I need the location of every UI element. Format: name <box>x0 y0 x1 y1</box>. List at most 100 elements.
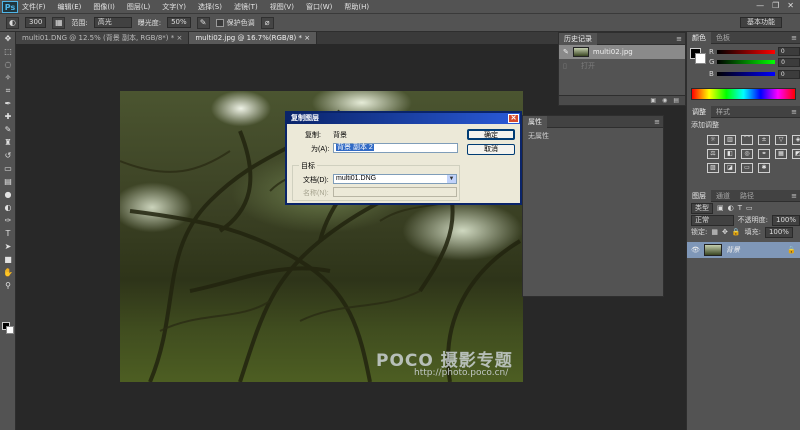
menu-type[interactable]: 文字(Y) <box>162 2 186 12</box>
invert-icon[interactable]: ◩ <box>792 149 800 159</box>
tab-swatches[interactable]: 色板 <box>711 32 735 44</box>
panel-menu-icon[interactable]: ≡ <box>791 34 797 42</box>
color-spectrum[interactable] <box>691 88 796 100</box>
restore-button[interactable]: ❐ <box>772 1 779 10</box>
color-lookup-icon[interactable]: ▦ <box>775 149 787 159</box>
lasso-tool-icon[interactable]: ◌ <box>1 59 15 71</box>
green-track[interactable] <box>717 60 776 64</box>
range-select[interactable]: 高光 <box>93 17 132 28</box>
threshold-icon[interactable]: ◪ <box>724 163 736 173</box>
history-snapshot[interactable]: ✎ multi02.jpg <box>559 45 685 59</box>
protect-tones-checkbox[interactable] <box>215 18 224 27</box>
hand-tool-icon[interactable]: ✋ <box>1 267 15 279</box>
layer-kind-select[interactable]: 类型 <box>691 202 713 214</box>
tab-styles[interactable]: 样式 <box>711 106 735 118</box>
tab-multi02[interactable]: multi02.jpg @ 16.7%(RGB/8) * × <box>189 32 318 44</box>
panel-menu-icon[interactable]: ≡ <box>654 118 660 126</box>
airbrush-icon[interactable]: ✎ <box>196 16 210 29</box>
layer-name-input[interactable]: 背景 副本 2 <box>333 143 458 153</box>
menu-window[interactable]: 窗口(W) <box>306 2 332 12</box>
panel-menu-icon[interactable]: ≡ <box>791 192 797 200</box>
new-document-icon[interactable]: ▣ <box>650 96 656 105</box>
marquee-tool-icon[interactable]: ⬚ <box>1 46 15 58</box>
curves-icon[interactable]: ⌒ <box>741 135 753 145</box>
move-tool-icon[interactable]: ✥ <box>1 33 15 45</box>
tab-color[interactable]: 颜色 <box>687 31 711 44</box>
canvas-area[interactable]: POCO 摄影专题 http://photo.poco.cn/ <box>16 44 558 430</box>
tab-channels[interactable]: 通道 <box>711 190 735 202</box>
gradient-tool-icon[interactable]: ▤ <box>1 176 15 188</box>
filter-type-icon[interactable]: T <box>738 204 742 212</box>
exposure-input[interactable]: 50% <box>167 17 191 28</box>
shape-tool-icon[interactable]: ■ <box>1 254 15 266</box>
tab-paths[interactable]: 路径 <box>735 190 759 202</box>
protect-tones-option[interactable]: 保护色调 <box>215 18 255 28</box>
cancel-button[interactable]: 取消 <box>467 144 515 155</box>
tab-properties[interactable]: 属性 <box>523 115 547 128</box>
channel-mixer-icon[interactable]: ⚭ <box>758 149 770 159</box>
brush-tool-icon[interactable]: ✎ <box>1 124 15 136</box>
trash-icon[interactable]: ▤ <box>673 96 679 105</box>
lock-pixels-icon[interactable]: ▦ <box>711 228 718 236</box>
lock-all-icon[interactable]: 🔒 <box>732 228 741 236</box>
filter-shape-icon[interactable]: ▭ <box>746 204 753 212</box>
brush-size-picker[interactable]: 300 <box>25 17 47 28</box>
filter-adjust-icon[interactable]: ◐ <box>728 204 734 212</box>
ok-button[interactable]: 确定 <box>467 129 515 140</box>
path-select-tool-icon[interactable]: ➤ <box>1 241 15 253</box>
dodge-tool-icon[interactable]: ◐ <box>6 16 19 29</box>
close-icon[interactable]: × <box>304 34 310 42</box>
stamp-tool-icon[interactable]: ♜ <box>1 137 15 149</box>
exposure-icon[interactable]: ± <box>758 135 770 145</box>
blue-track[interactable] <box>716 72 775 76</box>
eyedropper-tool-icon[interactable]: ✒ <box>1 98 15 110</box>
crop-tool-icon[interactable]: ⌗ <box>1 85 15 97</box>
close-window-button[interactable]: ✕ <box>787 1 794 10</box>
lock-position-icon[interactable]: ✥ <box>722 228 728 236</box>
filter-pixel-icon[interactable]: ▣ <box>717 204 724 212</box>
history-brush-source-icon[interactable]: ✎ <box>563 48 569 56</box>
history-brush-tool-icon[interactable]: ↺ <box>1 150 15 162</box>
tab-multi01[interactable]: multi01.DNG @ 12.5% (背景 副本, RGB/8*) * × <box>16 32 190 44</box>
color-bg-swatch[interactable] <box>695 53 706 64</box>
menu-help[interactable]: 帮助(H) <box>344 2 369 12</box>
photo-filter-icon[interactable]: ◎ <box>741 149 753 159</box>
type-tool-icon[interactable]: T <box>1 228 15 240</box>
posterize-icon[interactable]: ▨ <box>707 163 719 173</box>
selective-color-icon[interactable]: ✱ <box>758 163 770 173</box>
brush-panel-icon[interactable]: ▦ <box>52 16 66 29</box>
minimize-button[interactable]: — <box>756 1 764 10</box>
eraser-tool-icon[interactable]: ▭ <box>1 163 15 175</box>
menu-select[interactable]: 选择(S) <box>198 2 222 12</box>
red-track[interactable] <box>716 49 775 54</box>
pen-tool-icon[interactable]: ✑ <box>1 215 15 227</box>
snapshot-camera-icon[interactable]: ◉ <box>662 96 667 105</box>
zoom-tool-icon[interactable]: ⚲ <box>1 280 15 292</box>
menu-view[interactable]: 视图(V) <box>270 2 294 12</box>
dodge-tool-icon[interactable]: ◐ <box>1 202 15 214</box>
gradient-map-icon[interactable]: ▭ <box>741 163 753 173</box>
blur-tool-icon[interactable]: ● <box>1 189 15 201</box>
slider-blue[interactable]: B 0 <box>687 68 800 80</box>
dialog-close-icon[interactable]: ✕ <box>508 114 519 123</box>
menu-filter[interactable]: 滤镜(T) <box>234 2 258 12</box>
pressure-icon[interactable]: ⌀ <box>260 16 274 29</box>
red-value[interactable]: 0 <box>777 47 800 56</box>
tab-layers[interactable]: 图层 <box>687 189 711 202</box>
quick-select-tool-icon[interactable]: ✧ <box>1 72 15 84</box>
color-balance-icon[interactable]: ⚖ <box>707 149 719 159</box>
tab-adjustments[interactable]: 调整 <box>687 105 711 118</box>
document-select[interactable]: multi01.DNG ▼ <box>333 174 457 184</box>
fill-input[interactable]: 100% <box>764 226 793 238</box>
panel-menu-icon[interactable]: ≡ <box>791 108 797 116</box>
blue-value[interactable]: 0 <box>777 69 800 79</box>
layer-background[interactable]: 👁 背景 🔒 <box>687 242 800 258</box>
brightness-icon[interactable]: ☼ <box>707 135 719 145</box>
history-item-open[interactable]: ▯ 打开 <box>559 59 685 73</box>
close-icon[interactable]: × <box>176 34 182 42</box>
blend-mode-select[interactable]: 正常 <box>691 214 734 226</box>
panel-menu-icon[interactable]: ≡ <box>676 35 682 43</box>
background-color-swatch[interactable] <box>6 326 14 334</box>
tab-history[interactable]: 历史记录 <box>559 32 597 45</box>
green-value[interactable]: 0 <box>778 57 800 67</box>
